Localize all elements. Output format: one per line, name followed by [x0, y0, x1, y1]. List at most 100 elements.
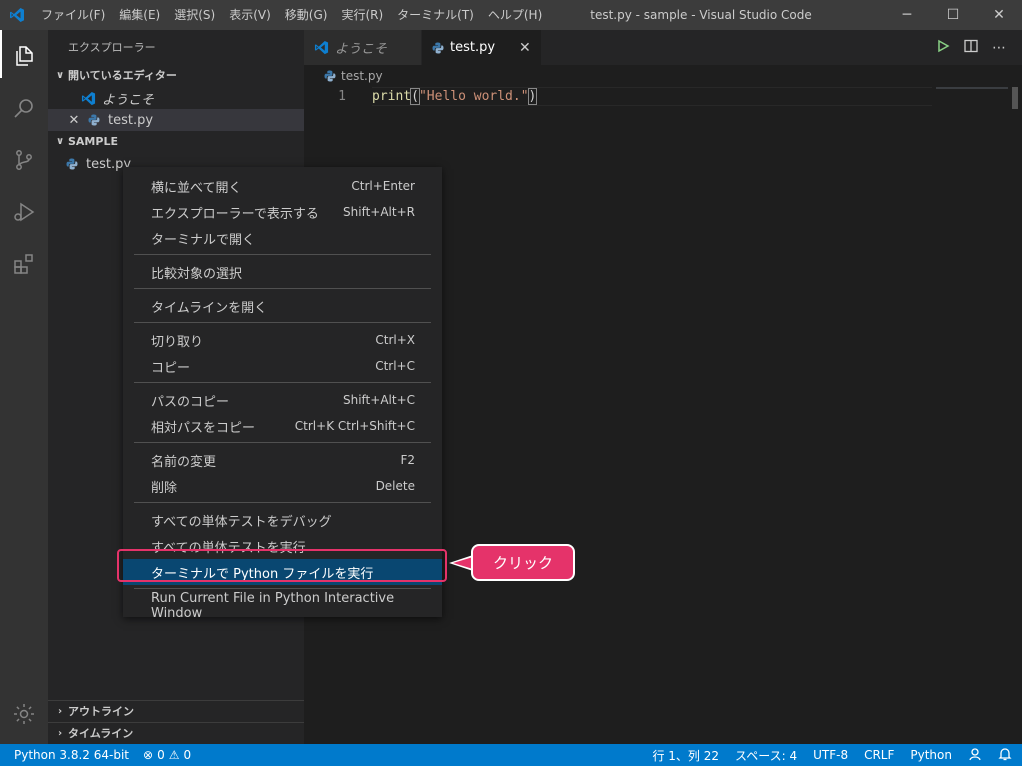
- window-controls: ─ ☐ ✕: [884, 0, 1022, 30]
- open-editor-item-test-py[interactable]: ✕ test.py: [48, 109, 304, 131]
- menu-item-debug-all-tests[interactable]: すべての単体テストをデバッグ: [123, 507, 442, 533]
- gear-icon: [14, 704, 34, 724]
- more-actions-icon[interactable]: ⋯: [992, 40, 1006, 56]
- open-editor-item-welcome[interactable]: ようこそ: [48, 87, 304, 109]
- editor-tab-bar: ようこそ test.py ✕ ⋯: [304, 30, 1022, 65]
- tab-test-py[interactable]: test.py ✕: [422, 30, 542, 65]
- tab-close-icon[interactable]: ✕: [519, 40, 531, 56]
- extensions-view-button[interactable]: [0, 238, 48, 290]
- outline-header[interactable]: › アウトライン: [48, 700, 304, 722]
- menu-item-label: 削除: [151, 480, 178, 496]
- menu-item-open-to-side[interactable]: 横に並べて開く Ctrl+Enter: [123, 173, 442, 199]
- menu-item-shortcut: Delete: [375, 479, 415, 493]
- explorer-view-button[interactable]: [0, 30, 48, 82]
- indentation-status[interactable]: スペース: 4: [735, 747, 797, 764]
- run-python-file-icon[interactable]: [936, 39, 950, 56]
- python-icon: [324, 70, 336, 82]
- sidebar-title: エクスプローラー: [68, 41, 156, 54]
- minimize-button[interactable]: ─: [884, 0, 930, 30]
- python-interpreter-status[interactable]: Python 3.8.2 64-bit: [14, 748, 129, 762]
- menu-item-label: Run Current File in Python Interactive W…: [151, 591, 395, 621]
- menu-item-label: ターミナルで Python ファイルを実行: [151, 566, 374, 582]
- menu-item-open-in-terminal[interactable]: ターミナルで開く: [123, 225, 442, 251]
- activity-bar: [0, 30, 48, 744]
- manage-button[interactable]: [0, 696, 48, 732]
- menu-item-open-timeline[interactable]: タイムラインを開く: [123, 293, 442, 319]
- notifications-bell-icon[interactable]: [998, 747, 1012, 764]
- menu-item-shortcut: Ctrl+X: [375, 333, 415, 347]
- menu-item-select-for-compare[interactable]: 比較対象の選択: [123, 259, 442, 285]
- annotation-callout: クリック: [471, 544, 575, 581]
- menu-item-copy-relative-path[interactable]: 相対パスをコピー Ctrl+K Ctrl+Shift+C: [123, 413, 442, 439]
- cursor-position-status[interactable]: 行 1、列 22: [652, 747, 719, 764]
- split-editor-icon[interactable]: [964, 39, 978, 56]
- menu-item-run-in-interactive-window[interactable]: Run Current File in Python Interactive W…: [123, 591, 442, 621]
- status-right: 行 1、列 22 スペース: 4 UTF-8 CRLF Python: [652, 744, 1012, 766]
- menu-item-label: エクスプローラーで表示する: [151, 206, 319, 222]
- search-view-button[interactable]: [0, 82, 48, 134]
- menu-item-label: ターミナルで開く: [151, 232, 256, 248]
- breadcrumb-file[interactable]: test.py: [341, 69, 383, 83]
- eol-status[interactable]: CRLF: [864, 748, 894, 762]
- close-window-button[interactable]: ✕: [976, 0, 1022, 30]
- menu-item-shortcut: Ctrl+K Ctrl+Shift+C: [294, 419, 415, 433]
- chevron-down-icon: ∨: [55, 70, 65, 81]
- current-line-highlight: [372, 87, 932, 106]
- menu-separator: [134, 502, 431, 503]
- vscode-icon: [314, 40, 329, 55]
- menu-view[interactable]: 表示(V): [222, 0, 278, 30]
- menu-file[interactable]: ファイル(F): [34, 0, 112, 30]
- menu-help[interactable]: ヘルプ(H): [481, 0, 549, 30]
- menu-item-label: 切り取り: [151, 334, 204, 350]
- menu-go[interactable]: 移動(G): [278, 0, 335, 30]
- source-control-icon: [16, 150, 32, 170]
- sidebar-bottom-sections: › アウトライン › タイムライン: [48, 700, 304, 744]
- menu-item-rename[interactable]: 名前の変更 F2: [123, 447, 442, 473]
- menu-terminal[interactable]: ターミナル(T): [390, 0, 481, 30]
- run-debug-view-button[interactable]: [0, 186, 48, 238]
- source-control-view-button[interactable]: [0, 134, 48, 186]
- outline-label: アウトライン: [68, 704, 134, 718]
- menu-run[interactable]: 実行(R): [334, 0, 390, 30]
- menu-selection[interactable]: 選択(S): [167, 0, 222, 30]
- editor-scrollbar[interactable]: [1012, 87, 1018, 109]
- menu-item-shortcut: Ctrl+C: [375, 359, 415, 373]
- menu-item-label: 比較対象の選択: [151, 266, 243, 282]
- open-editors-header[interactable]: ∨ 開いているエディター: [48, 65, 304, 87]
- line-number: 1: [338, 89, 346, 104]
- chevron-down-icon: ∨: [55, 136, 65, 147]
- feedback-icon[interactable]: [968, 747, 982, 764]
- warning-count: 0: [183, 748, 192, 762]
- menu-item-shortcut: F2: [400, 453, 415, 467]
- menu-item-run-all-tests[interactable]: すべての単体テストを実行: [123, 533, 442, 559]
- encoding-status[interactable]: UTF-8: [813, 748, 848, 762]
- menu-item-shortcut: Ctrl+Enter: [351, 179, 415, 193]
- menu-item-label: すべての単体テストをデバッグ: [151, 514, 332, 530]
- status-left: Python 3.8.2 64-bit ⊗ 0 ⚠ 0: [0, 748, 191, 762]
- python-icon: [64, 156, 80, 172]
- menu-item-label: タイムラインを開く: [151, 300, 268, 316]
- timeline-header[interactable]: › タイムライン: [48, 722, 304, 744]
- folder-header-sample[interactable]: ∨ SAMPLE: [48, 131, 304, 153]
- menu-item-label: 名前の変更: [151, 454, 217, 470]
- menu-item-copy-path[interactable]: パスのコピー Shift+Alt+C: [123, 387, 442, 413]
- vscode-logo-icon: [0, 0, 34, 30]
- maximize-button[interactable]: ☐: [930, 0, 976, 30]
- tab-welcome[interactable]: ようこそ: [304, 30, 422, 65]
- python-icon: [432, 42, 444, 54]
- menu-separator: [134, 442, 431, 443]
- close-editor-icon[interactable]: ✕: [66, 113, 82, 128]
- menu-item-copy[interactable]: コピー Ctrl+C: [123, 353, 442, 379]
- menu-edit[interactable]: 編集(E): [112, 0, 167, 30]
- minimap[interactable]: [936, 87, 1008, 89]
- editor-actions: ⋯: [936, 30, 1006, 65]
- extensions-icon: [14, 254, 33, 274]
- menu-item-delete[interactable]: 削除 Delete: [123, 473, 442, 499]
- problems-status[interactable]: ⊗ 0 ⚠ 0: [143, 748, 191, 762]
- open-editor-label: ようこそ: [102, 92, 155, 108]
- menu-item-run-python-file-in-terminal[interactable]: ターミナルで Python ファイルを実行: [123, 559, 442, 585]
- menu-item-shortcut: Shift+Alt+C: [342, 393, 415, 407]
- menu-item-reveal-in-explorer[interactable]: エクスプローラーで表示する Shift+Alt+R: [123, 199, 442, 225]
- language-mode-status[interactable]: Python: [910, 748, 952, 762]
- menu-item-cut[interactable]: 切り取り Ctrl+X: [123, 327, 442, 353]
